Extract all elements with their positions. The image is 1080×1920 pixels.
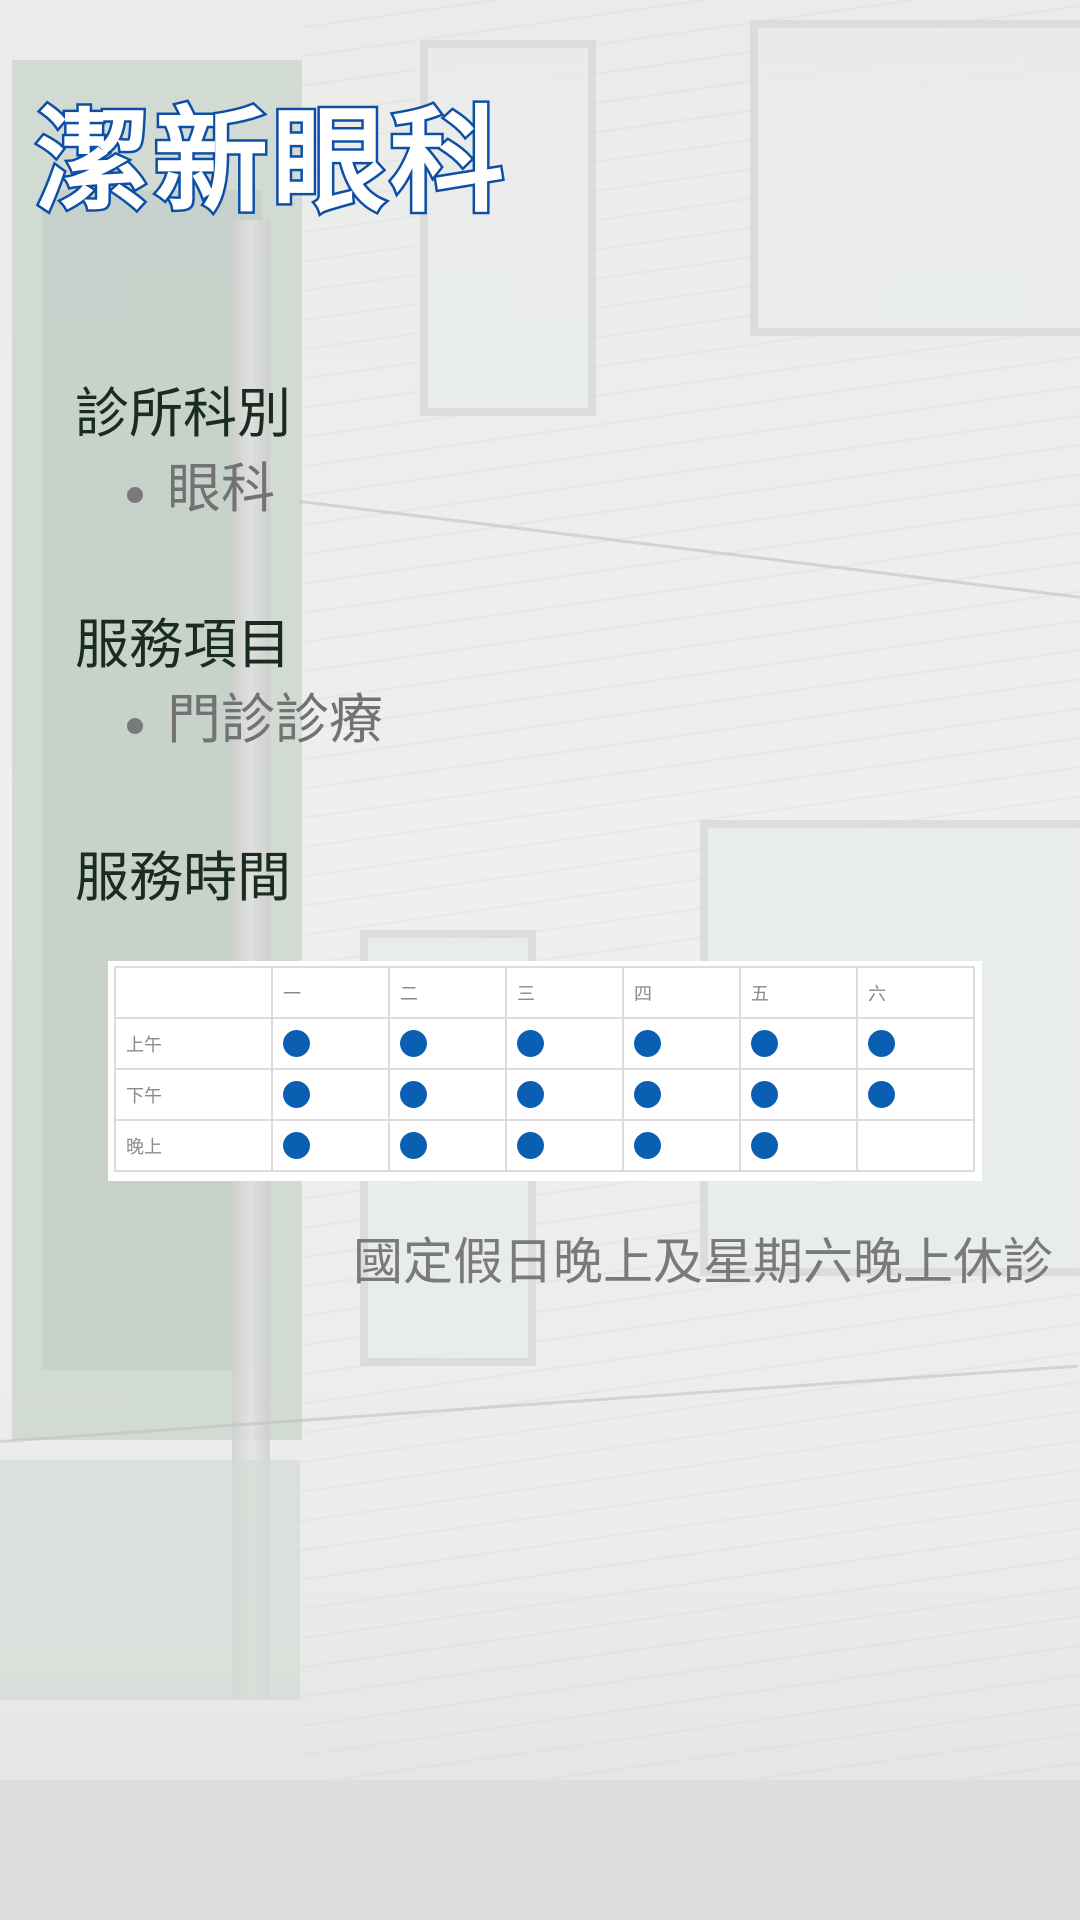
schedule-body: 上午 下午 晚上 (114, 1017, 975, 1172)
open-dot-icon (634, 1081, 661, 1108)
schedule-cell (505, 1068, 624, 1121)
day-header: 六 (856, 966, 975, 1019)
period-label: 下午 (114, 1068, 273, 1121)
schedule-cell (388, 1017, 507, 1070)
section-heading: 診所科別 (75, 382, 291, 445)
schedule-row: 上午 (114, 1017, 975, 1070)
clinic-logo: 潔新眼科 (33, 95, 509, 228)
open-dot-icon (634, 1030, 661, 1057)
schedule-cell (505, 1119, 624, 1172)
open-dot-icon (283, 1081, 310, 1108)
list-item: 門診診療 (127, 687, 383, 751)
schedule-cell (622, 1068, 741, 1121)
period-label: 上午 (114, 1017, 273, 1070)
list-item: 眼科 (127, 457, 291, 522)
open-dot-icon (400, 1132, 427, 1159)
open-dot-icon (751, 1132, 778, 1159)
open-dot-icon (751, 1081, 778, 1108)
open-dot-icon (868, 1030, 895, 1057)
services-list: 門診診療 (75, 688, 383, 753)
schedule-cell (388, 1068, 507, 1121)
schedule-cell (622, 1119, 741, 1172)
schedule-cell (856, 1017, 975, 1070)
clinic-info-page: 潔新眼科 診所科別 眼科 服務項目 門診診療 服務時間 一 二 三 四 五 六 … (0, 0, 1080, 1920)
schedule-cell (271, 1068, 390, 1121)
open-dot-icon (634, 1132, 661, 1159)
schedule-cell (622, 1017, 741, 1070)
day-header: 五 (739, 966, 858, 1019)
section-department: 診所科別 眼科 (75, 382, 291, 522)
schedule-cell (739, 1119, 858, 1172)
schedule-cell (505, 1017, 624, 1070)
open-dot-icon (283, 1030, 310, 1057)
open-dot-icon (517, 1132, 544, 1159)
schedule-cell (388, 1119, 507, 1172)
schedule-cell (271, 1119, 390, 1172)
schedule-cell (739, 1017, 858, 1070)
open-dot-icon (517, 1081, 544, 1108)
day-header: 三 (505, 966, 624, 1019)
period-label: 晚上 (114, 1119, 273, 1172)
open-dot-icon (283, 1132, 310, 1159)
schedule-table: 一 二 三 四 五 六 上午 下午 晚上 (108, 961, 982, 1181)
corner-cell (114, 966, 273, 1019)
schedule-header-row: 一 二 三 四 五 六 (114, 966, 975, 1019)
open-dot-icon (751, 1030, 778, 1057)
schedule-cell (271, 1017, 390, 1070)
open-dot-icon (400, 1081, 427, 1108)
open-dot-icon (868, 1081, 895, 1108)
holiday-note: 國定假日晚上及星期六晚上休診 (353, 1233, 1053, 1291)
schedule-cell (856, 1068, 975, 1121)
day-header: 一 (271, 966, 390, 1019)
department-list: 眼科 (75, 457, 291, 522)
open-dot-icon (517, 1030, 544, 1057)
schedule-cell (856, 1119, 975, 1172)
day-header: 四 (622, 966, 741, 1019)
open-dot-icon (400, 1030, 427, 1057)
day-header: 二 (388, 966, 507, 1019)
section-heading: 服務時間 (75, 846, 291, 909)
schedule-row: 晚上 (114, 1119, 975, 1172)
section-heading: 服務項目 (75, 613, 291, 676)
schedule-cell (739, 1068, 858, 1121)
schedule-row: 下午 (114, 1068, 975, 1121)
section-hours: 服務時間 (75, 846, 291, 911)
section-services: 服務項目 門診診療 (75, 613, 383, 753)
